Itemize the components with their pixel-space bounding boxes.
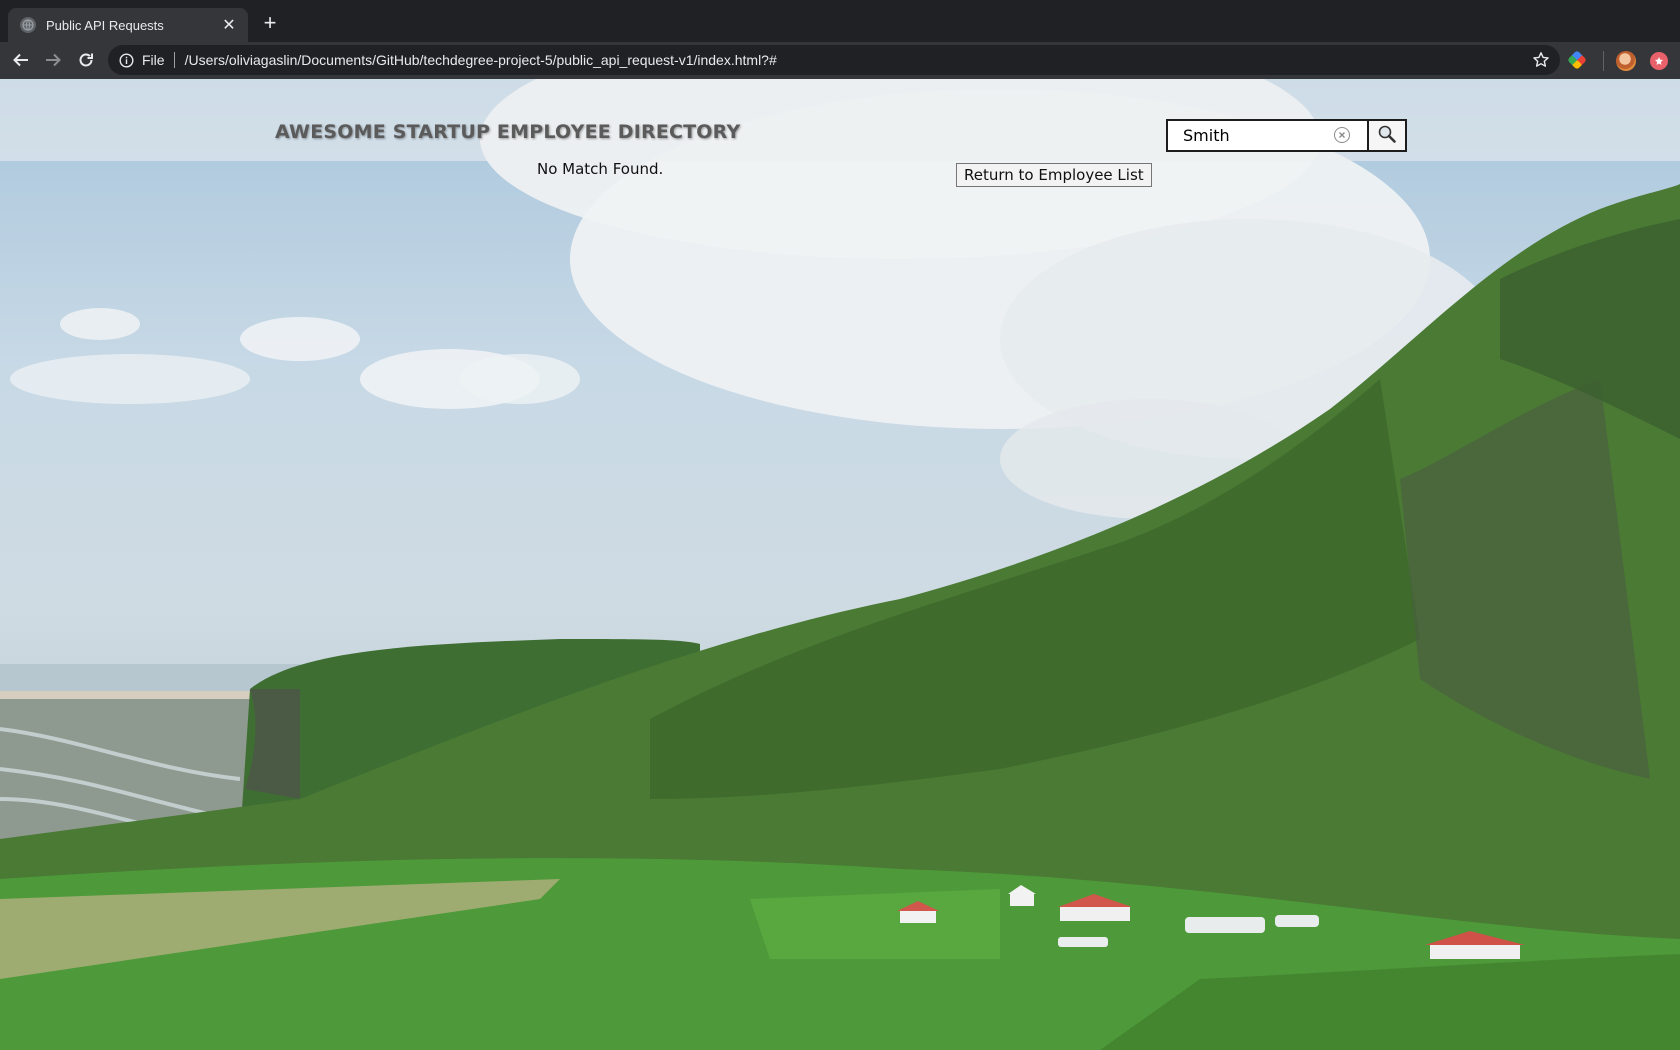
back-arrow-icon[interactable] xyxy=(9,48,33,72)
browser-tabstrip: Public API Requests ✕ + xyxy=(0,0,1680,42)
clear-search-icon[interactable] xyxy=(1334,127,1350,143)
profile-avatar-icon[interactable] xyxy=(1616,51,1636,71)
color-wheel-icon[interactable] xyxy=(1567,50,1587,70)
no-match-message: No Match Found. xyxy=(537,160,664,178)
close-icon[interactable]: ✕ xyxy=(220,16,238,34)
forward-arrow-icon[interactable] xyxy=(41,48,65,72)
security-label: File xyxy=(142,52,165,68)
landscape-background xyxy=(0,79,1680,1050)
toolbar-divider xyxy=(1603,51,1604,71)
info-icon[interactable] xyxy=(118,52,134,68)
page-viewport: AWESOME STARTUP EMPLOYEE DIRECTORY No Ma… xyxy=(0,79,1680,1050)
new-tab-button[interactable]: + xyxy=(258,12,282,36)
red-badge-icon[interactable] xyxy=(1650,52,1668,70)
search-icon xyxy=(1377,124,1397,147)
globe-icon xyxy=(20,17,36,33)
tab-title: Public API Requests xyxy=(46,17,164,33)
search-form xyxy=(1166,119,1407,152)
search-button[interactable] xyxy=(1367,119,1407,152)
browser-tab[interactable]: Public API Requests ✕ xyxy=(8,8,248,42)
bookmark-star-icon[interactable] xyxy=(1532,51,1550,74)
url-text[interactable]: /Users/oliviagaslin/Documents/GitHub/tec… xyxy=(185,52,777,68)
page-title: AWESOME STARTUP EMPLOYEE DIRECTORY xyxy=(275,121,741,143)
address-bar[interactable]: File /Users/oliviagaslin/Documents/GitHu… xyxy=(108,45,1560,75)
return-to-list-button[interactable]: Return to Employee List xyxy=(956,163,1152,187)
reload-icon[interactable] xyxy=(74,48,98,72)
browser-toolbar: File /Users/oliviagaslin/Documents/GitHu… xyxy=(0,42,1680,79)
omnibox-divider xyxy=(173,52,175,68)
header-bar xyxy=(0,79,1680,161)
